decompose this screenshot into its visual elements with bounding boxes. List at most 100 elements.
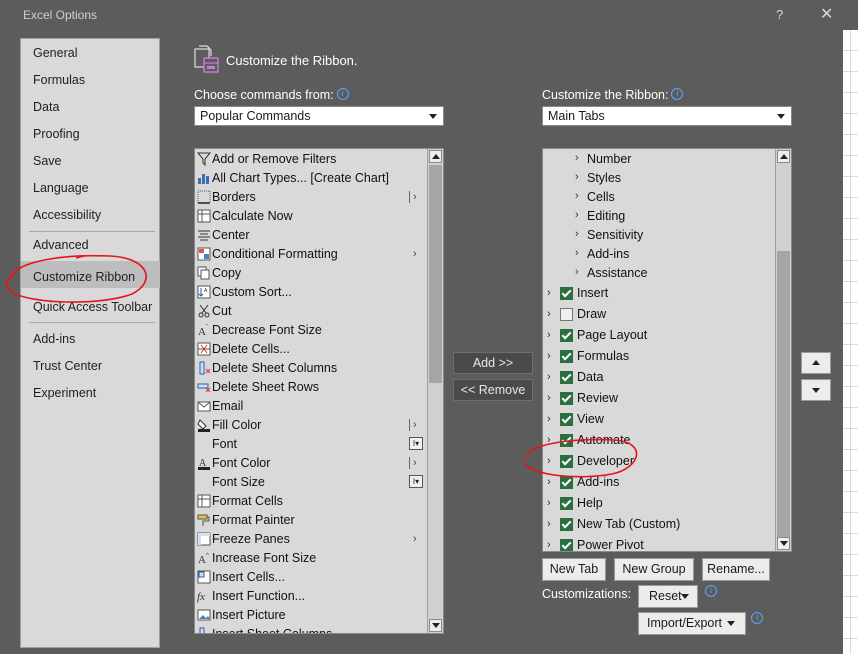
command-list-item[interactable]: Format Cells xyxy=(195,492,423,511)
new-group-button[interactable]: New Group xyxy=(614,558,694,581)
expand-chevron-icon[interactable]: › xyxy=(547,455,551,467)
scroll-thumb[interactable] xyxy=(429,165,442,383)
new-tab-button[interactable]: New Tab xyxy=(542,558,606,581)
expand-chevron-icon[interactable]: › xyxy=(547,287,551,299)
remove-button[interactable]: << Remove xyxy=(453,379,533,401)
reset-dropdown-button[interactable]: Reset xyxy=(638,585,698,608)
tab-checkbox[interactable] xyxy=(560,350,573,363)
info-icon[interactable]: i xyxy=(705,585,717,597)
tab-checkbox[interactable] xyxy=(560,518,573,531)
scroll-thumb[interactable] xyxy=(777,251,790,537)
sidebar-item-quick-access-toolbar[interactable]: Quick Access Toolbar xyxy=(33,300,152,314)
expand-chevron-icon[interactable]: › xyxy=(547,497,551,509)
info-icon[interactable]: i xyxy=(336,88,349,100)
expand-chevron-icon[interactable]: › xyxy=(547,329,551,341)
expand-chevron-icon[interactable]: › xyxy=(547,350,551,362)
command-list-item[interactable]: Delete Sheet Columns xyxy=(195,359,423,378)
tab-checkbox[interactable] xyxy=(560,476,573,489)
command-list-item[interactable]: Add or Remove Filters xyxy=(195,150,423,169)
sidebar-item-advanced[interactable]: Advanced xyxy=(33,238,89,252)
choose-commands-dropdown[interactable]: Popular Commands xyxy=(194,106,444,126)
sidebar-item-formulas[interactable]: Formulas xyxy=(33,73,85,87)
command-list-item[interactable]: Calculate Now xyxy=(195,207,423,226)
command-list-item[interactable]: Insert Cells... xyxy=(195,568,423,587)
expand-chevron-icon[interactable]: › xyxy=(547,413,551,425)
scroll-down-button[interactable] xyxy=(429,619,442,632)
expand-chevron-icon[interactable]: › xyxy=(547,476,551,488)
expand-chevron-icon[interactable]: › xyxy=(575,171,579,183)
command-list-item[interactable]: A Font Color › xyxy=(195,454,423,473)
command-list-item[interactable]: A ˇ Decrease Font Size xyxy=(195,321,423,340)
tab-checkbox[interactable] xyxy=(560,287,573,300)
command-list-item[interactable]: Insert Picture xyxy=(195,606,423,625)
expand-chevron-icon[interactable]: › xyxy=(547,518,551,530)
command-list-item[interactable]: Cut xyxy=(195,302,423,321)
expand-chevron-icon[interactable]: › xyxy=(547,308,551,320)
expand-chevron-icon[interactable]: › xyxy=(575,228,579,240)
import-export-dropdown-button[interactable]: Import/Export xyxy=(638,612,746,635)
scroll-up-button[interactable] xyxy=(777,150,790,163)
command-list-item[interactable]: Delete Sheet Rows xyxy=(195,378,423,397)
command-list-item[interactable]: Format Painter xyxy=(195,511,423,530)
move-up-button[interactable] xyxy=(801,352,831,374)
help-button[interactable]: ? xyxy=(776,7,783,22)
expand-chevron-icon[interactable]: › xyxy=(547,392,551,404)
command-list-item[interactable]: Delete Cells... xyxy=(195,340,423,359)
commands-list-scrollbar[interactable] xyxy=(427,149,443,633)
sidebar-item-data[interactable]: Data xyxy=(33,100,59,114)
add-button[interactable]: Add >> xyxy=(453,352,533,374)
tab-checkbox[interactable] xyxy=(560,539,573,551)
command-list-item[interactable]: Font Size I▾ xyxy=(195,473,423,492)
ribbon-tabs-tree[interactable]: › Number › Styles › Cells › Editing › Sensitivity… xyxy=(542,148,792,552)
command-list-item[interactable]: Freeze Panes › xyxy=(195,530,423,549)
commands-list[interactable]: Add or Remove Filters All Chart Types... … xyxy=(194,148,444,634)
expand-chevron-icon[interactable]: › xyxy=(575,190,579,202)
info-icon[interactable]: i xyxy=(751,612,763,624)
expand-chevron-icon[interactable]: › xyxy=(575,247,579,259)
tab-checkbox[interactable] xyxy=(560,455,573,468)
command-list-item[interactable]: Fill Color › xyxy=(195,416,423,435)
command-list-item[interactable]: Font I▾ xyxy=(195,435,423,454)
rename-button[interactable]: Rename... xyxy=(702,558,770,581)
command-list-item[interactable]: Copy xyxy=(195,264,423,283)
expand-chevron-icon[interactable]: › xyxy=(547,371,551,383)
sidebar-item-proofing[interactable]: Proofing xyxy=(33,127,80,141)
tab-checkbox[interactable] xyxy=(560,371,573,384)
command-list-item[interactable]: A Custom Sort... xyxy=(195,283,423,302)
sidebar-item-accessibility[interactable]: Accessibility xyxy=(33,208,101,222)
command-list-item[interactable]: Conditional Formatting › xyxy=(195,245,423,264)
tab-checkbox[interactable] xyxy=(560,413,573,426)
close-button[interactable]: ✕ xyxy=(820,4,833,24)
command-list-item[interactable]: Borders › xyxy=(195,188,423,207)
expand-chevron-icon[interactable]: › xyxy=(547,434,551,446)
customize-ribbon-dropdown[interactable]: Main Tabs xyxy=(542,106,792,126)
sidebar-item-experiment[interactable]: Experiment xyxy=(33,386,96,400)
scroll-down-button[interactable] xyxy=(777,537,790,550)
sidebar-item-save[interactable]: Save xyxy=(33,154,62,168)
expand-chevron-icon[interactable]: › xyxy=(575,209,579,221)
command-list-item[interactable]: Insert Sheet Columns xyxy=(195,625,423,633)
command-list-item[interactable]: A ^ Increase Font Size xyxy=(195,549,423,568)
command-list-item[interactable]: All Chart Types... [Create Chart] xyxy=(195,169,423,188)
expand-chevron-icon[interactable]: › xyxy=(575,266,579,278)
command-list-item[interactable]: Center xyxy=(195,226,423,245)
move-down-button[interactable] xyxy=(801,379,831,401)
tab-checkbox[interactable] xyxy=(560,434,573,447)
sidebar-item-general[interactable]: General xyxy=(33,46,77,60)
info-icon[interactable]: i xyxy=(671,88,684,100)
scroll-up-button[interactable] xyxy=(429,150,442,163)
sidebar-item-customize-ribbon[interactable]: Customize Ribbon xyxy=(33,270,135,284)
command-list-item[interactable]: fx Insert Function... xyxy=(195,587,423,606)
ribbon-tabs-scrollbar[interactable] xyxy=(775,149,791,551)
tab-checkbox[interactable] xyxy=(560,392,573,405)
tab-checkbox[interactable] xyxy=(560,329,573,342)
tab-checkbox[interactable] xyxy=(560,497,573,510)
sidebar-item-trust-center[interactable]: Trust Center xyxy=(33,359,102,373)
expand-chevron-icon[interactable]: › xyxy=(547,539,551,551)
format-cells-icon xyxy=(197,494,211,508)
sidebar-item-language[interactable]: Language xyxy=(33,181,89,195)
tab-checkbox[interactable] xyxy=(560,308,573,321)
command-list-item[interactable]: Email xyxy=(195,397,423,416)
expand-chevron-icon[interactable]: › xyxy=(575,152,579,164)
sidebar-item-add-ins[interactable]: Add-ins xyxy=(33,332,75,346)
